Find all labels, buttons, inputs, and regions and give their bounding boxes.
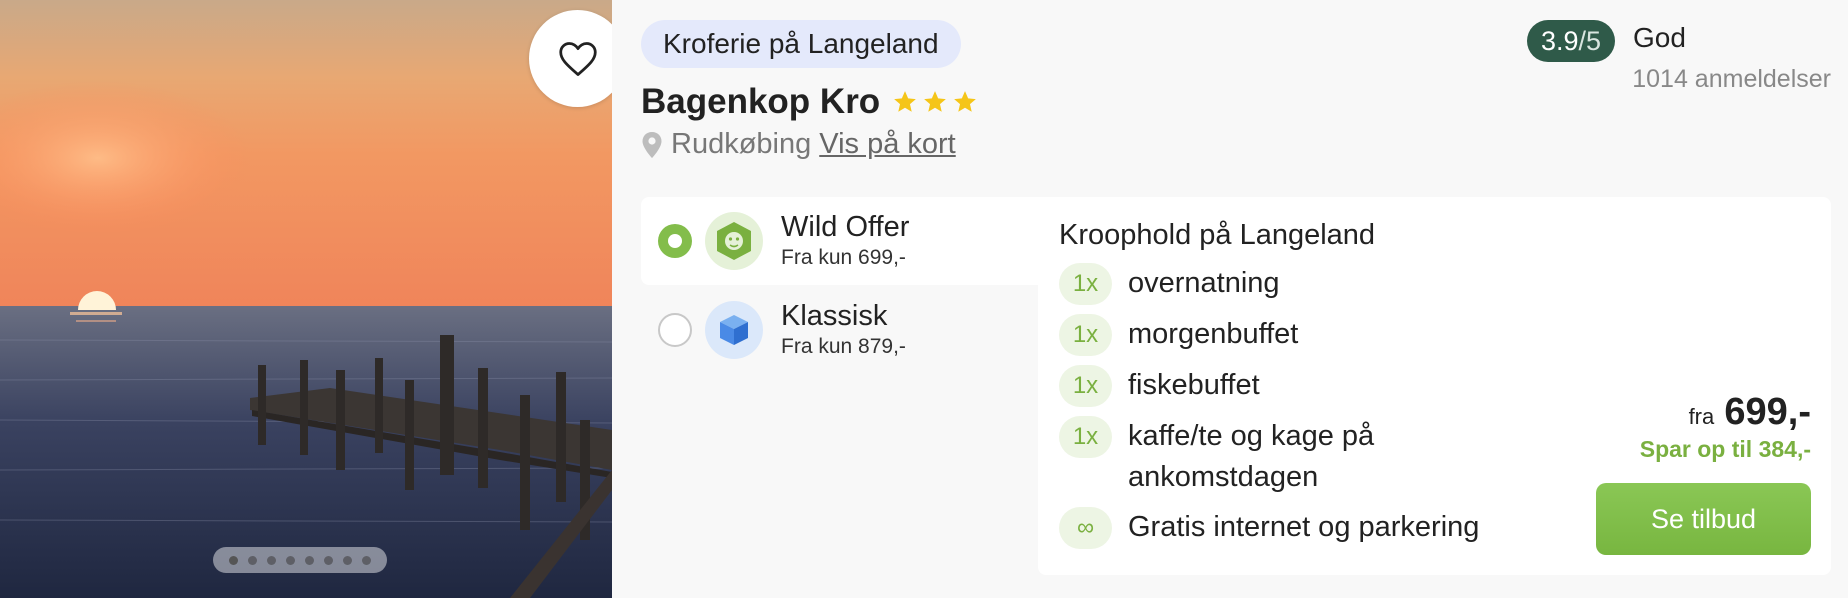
price-block: fra 699,- Spar op til 384,-	[1640, 391, 1811, 463]
inclusion-label: kaffe/te og kage på ankomstdagen	[1128, 420, 1375, 493]
gallery-dot[interactable]	[286, 555, 295, 565]
location-pin-icon	[642, 131, 662, 158]
package-title: Kroophold på Langeland	[1059, 219, 1376, 251]
offer-name: Wild Offer	[781, 211, 910, 243]
gallery-dot[interactable]	[324, 555, 333, 565]
gallery-dot[interactable]	[305, 555, 314, 565]
lion-icon	[705, 212, 763, 270]
gallery-pagination[interactable]	[213, 547, 387, 573]
offer-option-klassisk[interactable]: Klassisk Fra kun 879,-	[641, 286, 1039, 374]
list-item: 1x morgenbuffet	[1059, 314, 1529, 356]
offer-option-wild-offer[interactable]: Wild Offer Fra kun 699,-	[641, 197, 1039, 285]
inclusion-label: fiskebuffet	[1128, 369, 1260, 401]
star-icon	[954, 91, 977, 112]
inclusion-label: morgenbuffet	[1128, 318, 1299, 350]
star-rating	[892, 89, 978, 115]
rating-word: God	[1633, 22, 1686, 53]
hotel-name: Bagenkop Kro	[641, 82, 881, 121]
rating-badge: 3.9/5	[1527, 20, 1616, 62]
category-badge: Kroferie på Langeland	[641, 20, 961, 68]
hotel-card: Kroferie på Langeland Bagenkop Kro Rudkø…	[0, 0, 1848, 598]
rating-scale: /5	[1578, 26, 1602, 56]
quantity-badge: 1x	[1059, 263, 1112, 305]
quantity-badge: 1x	[1059, 314, 1112, 356]
list-item: ∞ Gratis internet og parkering	[1059, 507, 1529, 549]
price-from-label: fra	[1688, 404, 1715, 429]
gallery-dot[interactable]	[343, 555, 352, 565]
review-count[interactable]: 1014 anmeldelser	[1632, 65, 1831, 94]
inclusion-label: overnatning	[1128, 267, 1280, 299]
radio-unselected[interactable]	[658, 313, 692, 347]
gallery-dot[interactable]	[229, 555, 238, 565]
sunset-pier-image	[0, 0, 612, 598]
hotel-photo[interactable]	[0, 0, 612, 598]
gallery-dot[interactable]	[362, 555, 371, 565]
savings-text: Spar op til 384,-	[1639, 436, 1811, 462]
location-row: Rudkøbing Vis på kort	[641, 128, 956, 161]
list-item: 1x fiskebuffet	[1059, 365, 1529, 407]
offers-panel: Wild Offer Fra kun 699,- Klassisk Fra ku…	[641, 197, 1831, 575]
gallery-dot[interactable]	[267, 555, 276, 565]
rating-score: 3.9	[1541, 26, 1579, 56]
price-value: 699,-	[1724, 391, 1811, 433]
quantity-badge: 1x	[1059, 416, 1112, 458]
location-text: Rudkøbing	[671, 128, 812, 160]
inclusions-list: 1x overnatning 1x morgenbuffet 1x fiskeb…	[1059, 263, 1529, 558]
box-icon	[705, 301, 763, 359]
quantity-badge: 1x	[1059, 365, 1112, 407]
offer-details: Kroophold på Langeland 1x overnatning 1x…	[1038, 197, 1831, 575]
infinity-icon: ∞	[1059, 507, 1112, 549]
see-offer-button[interactable]: Se tilbud	[1596, 483, 1811, 555]
star-icon	[924, 91, 947, 112]
list-item: 1x kaffe/te og kage på ankomstdagen	[1059, 416, 1529, 498]
inclusion-label: Gratis internet og parkering	[1128, 511, 1480, 543]
show-on-map-link[interactable]: Vis på kort	[819, 128, 955, 161]
title-row: Bagenkop Kro	[641, 82, 978, 122]
list-item: 1x overnatning	[1059, 263, 1529, 305]
radio-selected[interactable]	[658, 224, 692, 258]
offer-price: Fra kun 699,-	[781, 246, 906, 269]
star-icon	[894, 91, 917, 112]
offer-price: Fra kun 879,-	[781, 335, 906, 358]
gallery-dot[interactable]	[248, 555, 257, 565]
offer-name: Klassisk	[781, 300, 888, 332]
heart-icon	[558, 41, 597, 76]
